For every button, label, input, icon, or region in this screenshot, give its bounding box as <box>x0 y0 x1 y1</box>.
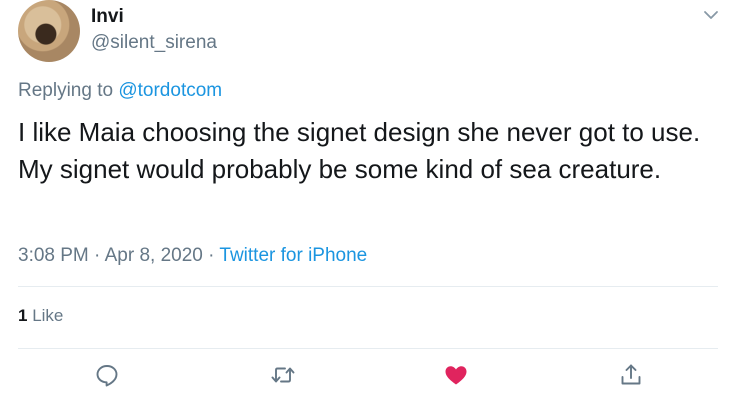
replying-to-line: Replying to @tordotcom <box>18 80 222 102</box>
tweet-meta: 3:08 PM · Apr 8, 2020 · Twitter for iPho… <box>18 245 367 267</box>
share-button[interactable] <box>616 362 646 392</box>
retweet-icon <box>269 362 297 393</box>
retweet-button[interactable] <box>268 362 298 392</box>
likes-summary[interactable]: 1 Like <box>18 306 63 326</box>
display-name[interactable]: Invi <box>91 6 124 28</box>
heart-icon <box>443 362 469 393</box>
meta-separator: · <box>202 245 220 266</box>
meta-separator: · <box>88 245 105 266</box>
divider <box>18 286 718 287</box>
chevron-down-icon[interactable] <box>702 6 720 24</box>
action-bar <box>0 362 740 396</box>
speech-bubble-icon <box>94 362 120 393</box>
like-label: Like <box>27 306 64 325</box>
tweet-time[interactable]: 3:08 PM <box>18 245 89 266</box>
tweet-source-link[interactable]: Twitter for iPhone <box>219 245 367 266</box>
avatar[interactable] <box>18 0 80 62</box>
reply-button[interactable] <box>92 362 122 392</box>
divider <box>18 348 718 349</box>
like-button[interactable] <box>441 362 471 392</box>
share-icon <box>618 362 644 393</box>
mention-link[interactable]: @tordotcom <box>118 80 222 101</box>
tweet-date[interactable]: Apr 8, 2020 <box>105 245 203 266</box>
replying-to-prefix: Replying to <box>18 80 119 101</box>
user-handle[interactable]: @silent_sirena <box>91 32 217 54</box>
tweet-text: I like Maia choosing the signet design s… <box>18 117 701 184</box>
